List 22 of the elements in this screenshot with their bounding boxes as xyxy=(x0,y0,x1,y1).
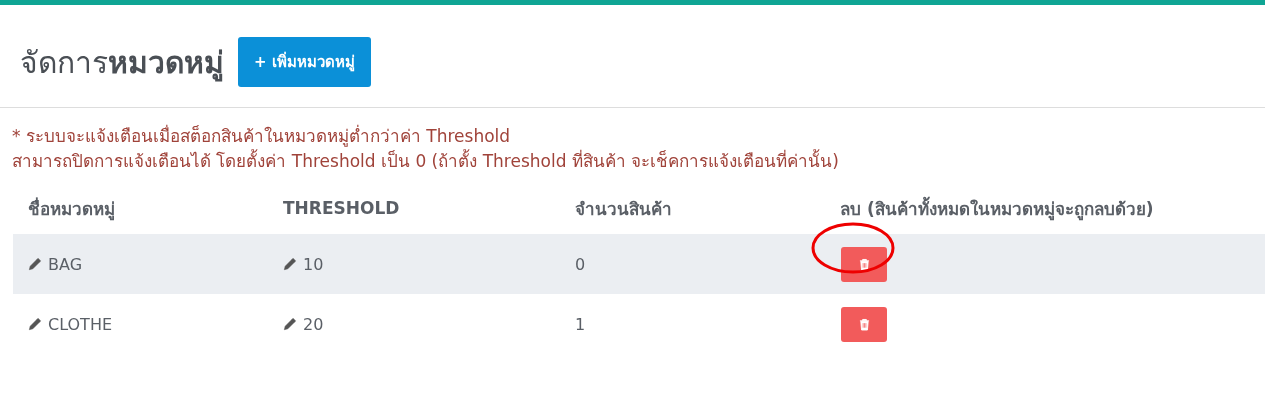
pencil-icon[interactable] xyxy=(28,317,42,331)
column-header: จำนวนสินค้า xyxy=(574,197,673,221)
pencil-icon[interactable] xyxy=(283,257,297,271)
category-name: CLOTHE xyxy=(48,314,113,334)
column-header: ลบ (สินค้าทั้งหมดในหมวดหมู่จะถูกลบด้วย) xyxy=(839,195,1155,222)
delete-button[interactable] xyxy=(841,306,887,342)
product-count: 0 xyxy=(575,254,586,274)
pencil-icon[interactable] xyxy=(283,317,297,331)
page-title: จัดการหมวดหมู่ xyxy=(20,43,224,84)
column-header: THRESHOLD xyxy=(282,198,401,218)
pencil-icon[interactable] xyxy=(28,257,42,271)
product-count: 1 xyxy=(575,314,586,334)
trash-icon xyxy=(858,257,870,271)
threshold-value: 20 xyxy=(303,314,324,334)
threshold-value: 10 xyxy=(303,254,324,274)
trash-icon xyxy=(858,317,870,331)
category-name: BAG xyxy=(48,254,83,274)
add-category-button[interactable]: + เพิ่มหมวดหมู่ xyxy=(238,37,371,87)
delete-button[interactable] xyxy=(841,246,887,282)
column-header: ชื่อหมวดหมู่ xyxy=(27,196,116,222)
warning-note: สามารถปิดการแจ้งเตือนได้ โดยตั้งค่า Threshold เป็น 0 (ถ้าตั้ง Threshold ที่สินค้า จะเช็คการแจ้งเตือนที่ค่านั้น) xyxy=(12,149,840,173)
warning-note: * ระบบจะแจ้งเตือนเมื่อสต็อกสินค้าในหมวดหมู่ต่ำกว่าค่า Threshold xyxy=(12,124,512,149)
